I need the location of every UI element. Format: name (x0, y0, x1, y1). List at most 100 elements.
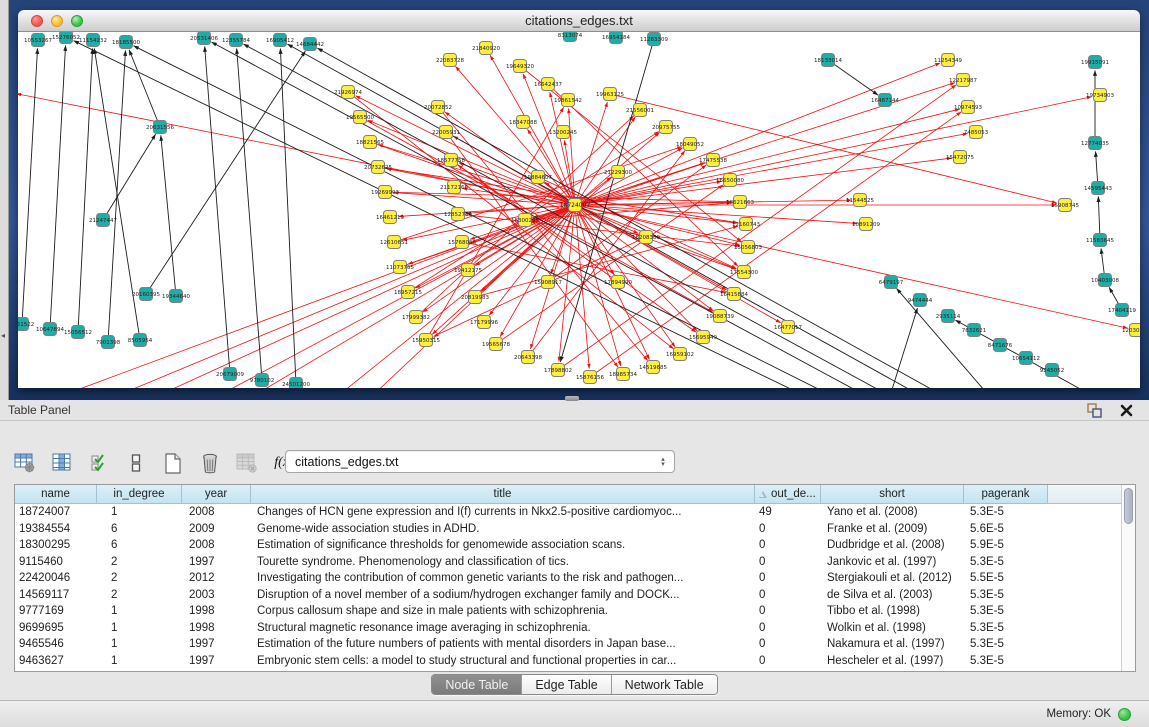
table-cell[interactable]: Wolkin et al. (1998) (821, 620, 964, 637)
zoom-window-button[interactable] (71, 15, 83, 27)
table-cell[interactable]: 19384554 (15, 521, 97, 538)
graph-edge[interactable] (50, 45, 66, 329)
table-cell[interactable]: 5.3E-5 (964, 554, 1048, 571)
table-cell[interactable]: 5.3E-5 (964, 653, 1048, 670)
split-divider-grip[interactable] (565, 396, 579, 401)
column-header-title[interactable]: title (251, 485, 755, 504)
select-all-checks-button[interactable] (88, 452, 110, 474)
table-row[interactable]: 1830029562008Estimation of significance … (15, 537, 1121, 554)
graph-edge[interactable] (161, 135, 176, 296)
graph-edge[interactable] (108, 50, 125, 342)
import-table-button-disabled[interactable] (236, 452, 258, 474)
table-cell[interactable]: 0 (755, 653, 821, 670)
table-row[interactable]: 1872400712008Changes of HCN gene express… (15, 504, 1121, 521)
network-window-titlebar[interactable]: citations_edges.txt (18, 10, 1140, 32)
table-cell[interactable]: 5.3E-5 (964, 603, 1048, 620)
table-row[interactable]: 946554611997Estimation of the future num… (15, 636, 1121, 653)
column-header-year[interactable]: year (182, 485, 251, 504)
table-cell[interactable]: 1 (97, 620, 182, 637)
table-cell[interactable]: Estimation of the future numbers of pati… (251, 636, 755, 653)
table-cell[interactable]: Yano et al. (2008) (821, 504, 964, 521)
table-cell[interactable]: 2 (97, 570, 182, 587)
table-cell[interactable]: 0 (755, 636, 821, 653)
table-row[interactable]: 946362711997Embryonic stem cells: a mode… (15, 653, 1121, 670)
table-cell[interactable]: 2 (97, 554, 182, 571)
table-cell[interactable]: 2012 (182, 570, 251, 587)
table-cell[interactable]: Embryonic stem cells: a model to study s… (251, 653, 755, 670)
table-cell[interactable]: 1 (97, 603, 182, 620)
table-cell[interactable]: 2008 (182, 537, 251, 554)
table-row[interactable]: 2242004622012Investigating the contribut… (15, 570, 1121, 587)
graph-edge[interactable] (237, 48, 262, 380)
table-cell[interactable]: 0 (755, 570, 821, 587)
column-header-in_degree[interactable]: in_degree (97, 485, 182, 504)
close-window-button[interactable] (31, 15, 43, 27)
new-table-button[interactable] (162, 452, 184, 474)
graph-edge[interactable] (575, 158, 952, 205)
graph-edge[interactable] (205, 46, 230, 374)
table-cell[interactable]: Jankovic et al. (1997) (821, 554, 964, 571)
table-cell[interactable]: 5.3E-5 (964, 636, 1048, 653)
graph-edge[interactable] (22, 48, 38, 324)
table-cell[interactable]: 0 (755, 603, 821, 620)
column-header-out_de[interactable]: out_de... (755, 485, 821, 504)
table-cell[interactable]: 0 (755, 554, 821, 571)
table-cell[interactable]: de Silva et al. (2003) (821, 587, 964, 604)
table-cell[interactable]: Corpus callosum shape and size in male p… (251, 603, 755, 620)
show-columns-button[interactable] (51, 452, 73, 474)
network-canvas[interactable]: 1872400721926974195655001882156520732625… (18, 32, 1140, 388)
table-cell[interactable]: 6 (97, 521, 182, 538)
table-cell[interactable]: 2003 (182, 587, 251, 604)
graph-edge[interactable] (575, 134, 968, 205)
table-cell[interactable]: Genome-wide association studies in ADHD. (251, 521, 755, 538)
table-cell[interactable]: 2008 (182, 504, 251, 521)
row-height-button[interactable] (125, 452, 147, 474)
table-cell[interactable]: 9463627 (15, 653, 97, 670)
tab-edge-table[interactable]: Edge Table (522, 675, 611, 694)
table-cell[interactable]: Hescheler et al. (1997) (821, 653, 964, 670)
table-cell[interactable]: 1997 (182, 636, 251, 653)
table-scrollbar[interactable] (1121, 485, 1135, 671)
delete-table-button[interactable] (199, 452, 221, 474)
table-cell[interactable]: 22420046 (15, 570, 97, 587)
graph-edge[interactable] (103, 134, 156, 220)
graph-edge[interactable] (575, 205, 697, 331)
table-row[interactable]: 969969511998Structural magnetic resonanc… (15, 620, 1121, 637)
table-cell[interactable]: Nakamura et al. (1997) (821, 636, 964, 653)
table-cell[interactable]: Estimation of significance thresholds fo… (251, 537, 755, 554)
graph-edge[interactable] (280, 48, 296, 384)
table-cell[interactable]: Disruption of a novel member of a sodium… (251, 587, 755, 604)
table-cell[interactable]: 6 (97, 537, 182, 554)
tab-network-table[interactable]: Network Table (612, 675, 717, 694)
graph-edge[interactable] (538, 177, 736, 268)
table-cell[interactable]: 9699695 (15, 620, 97, 637)
table-settings-button[interactable] (14, 452, 36, 474)
minimize-window-button[interactable] (51, 15, 63, 27)
graph-edge[interactable] (31, 205, 575, 388)
graph-edge[interactable] (828, 60, 878, 95)
graph-edge[interactable] (885, 308, 917, 388)
close-panel-icon[interactable] (1115, 399, 1137, 421)
table-cell[interactable]: Stergiakouli et al. (2012) (821, 570, 964, 587)
collapse-left-arrow-icon[interactable]: ◂ (1, 332, 5, 340)
graph-edge[interactable] (575, 102, 607, 205)
table-cell[interactable]: 5.3E-5 (964, 504, 1048, 521)
table-row[interactable]: 1938455462009Genome-wide association stu… (15, 521, 1121, 538)
table-cell[interactable]: 9115460 (15, 554, 97, 571)
table-cell[interactable]: 0 (755, 620, 821, 637)
table-cell[interactable]: 5.3E-5 (964, 587, 1048, 604)
column-header-name[interactable]: name (15, 485, 97, 504)
table-cell[interactable]: 14569117 (15, 587, 97, 604)
table-cell[interactable]: 0 (755, 537, 821, 554)
table-selector-dropdown[interactable]: citations_edges.txt ▴▾ (285, 450, 675, 473)
table-cell[interactable]: 5.6E-5 (964, 521, 1048, 538)
table-cell[interactable]: 1998 (182, 603, 251, 620)
table-cell[interactable]: 49 (755, 504, 821, 521)
table-cell[interactable]: 5.3E-5 (964, 620, 1048, 637)
graph-edge[interactable] (129, 50, 160, 127)
table-row[interactable]: 1456911722003Disruption of a novel membe… (15, 587, 1121, 604)
table-cell[interactable]: 18300295 (15, 537, 97, 554)
graph-edge[interactable] (459, 163, 575, 205)
table-cell[interactable]: 2009 (182, 521, 251, 538)
graph-edge[interactable] (78, 48, 93, 332)
